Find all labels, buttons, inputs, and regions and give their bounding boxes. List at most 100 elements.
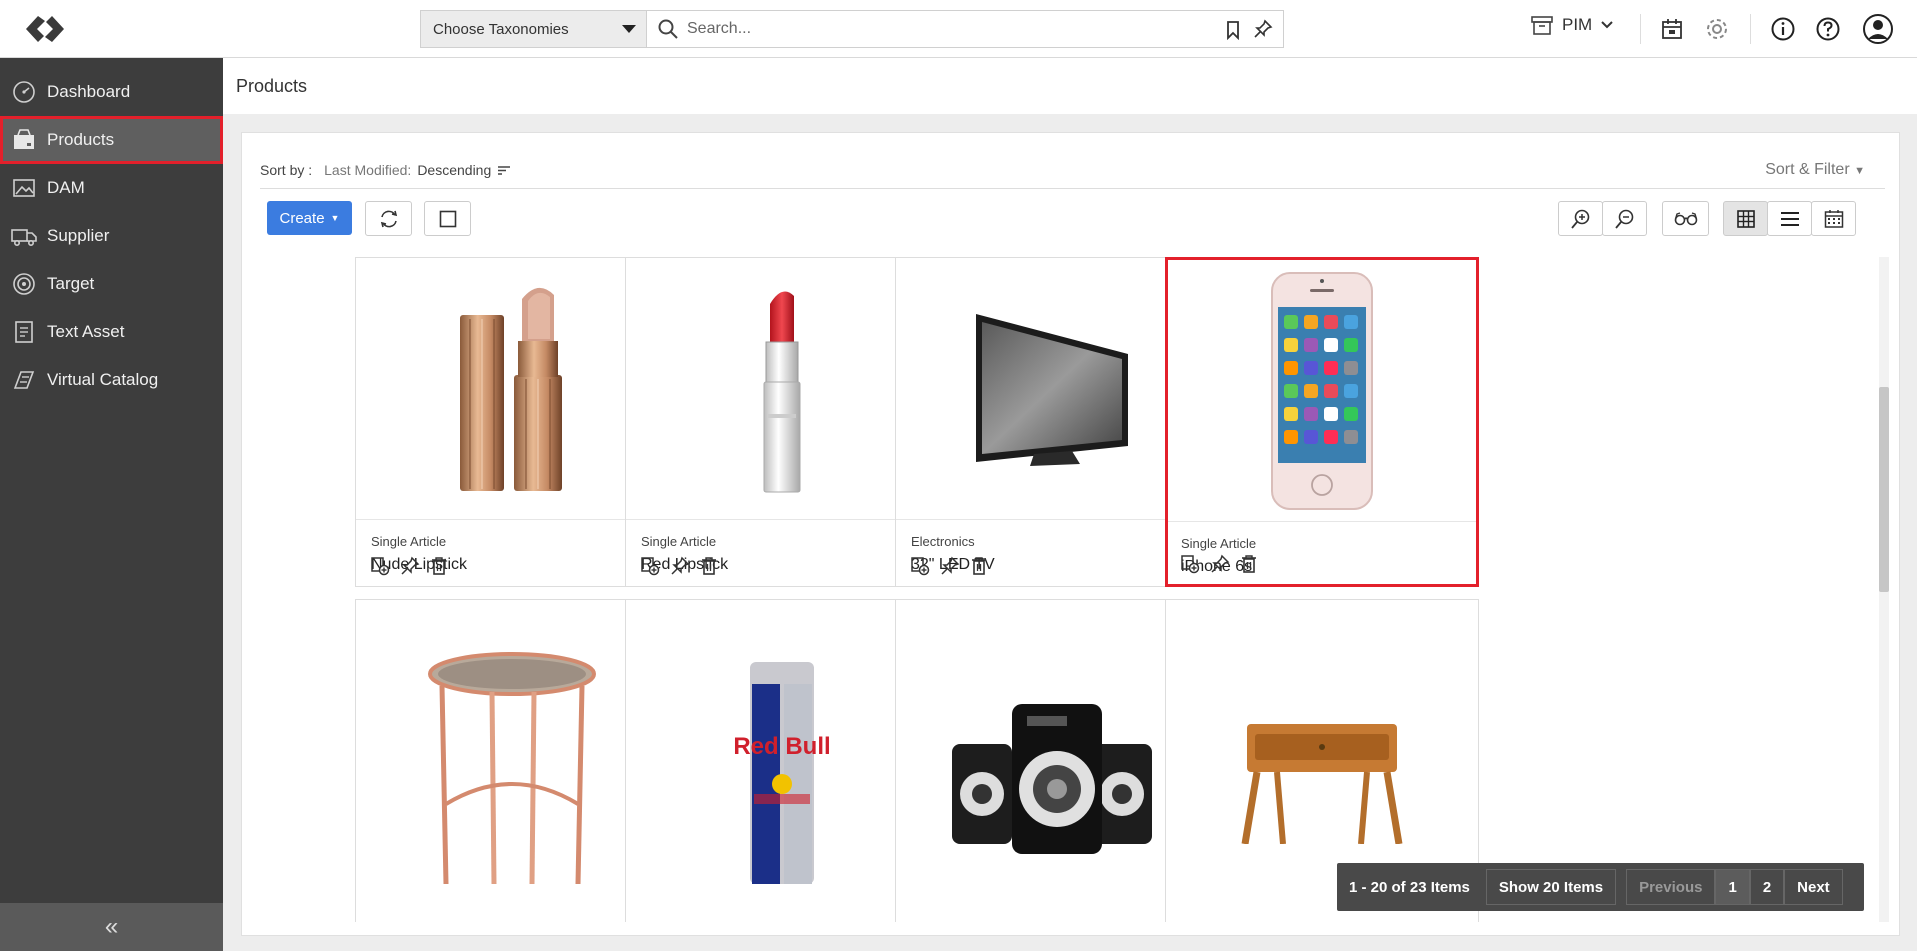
target-icon: [11, 271, 37, 297]
product-card[interactable]: [895, 599, 1209, 922]
product-card[interactable]: Red Bull: [625, 599, 939, 922]
product-card[interactable]: U Single Article Red Lipstick 1: [625, 257, 939, 587]
sort-filter-toggle[interactable]: Sort & Filter ▼: [1765, 161, 1865, 179]
zoom-out-icon: [1614, 209, 1633, 229]
sort-order-icon[interactable]: [497, 164, 511, 176]
sidebar-item-label: Virtual Catalog: [47, 370, 159, 389]
copy-add-icon[interactable]: [640, 556, 660, 576]
pin-icon[interactable]: [940, 556, 960, 576]
bookmark-icon[interactable]: [1225, 20, 1241, 40]
products-panel: Sort by : Last Modified: Descending Sort…: [241, 132, 1900, 936]
create-button-label: Create: [279, 209, 325, 227]
workspace-switcher[interactable]: PIM: [1530, 14, 1614, 36]
product-type: Single Article: [371, 534, 447, 549]
vertical-scrollbar[interactable]: [1879, 257, 1889, 922]
product-type: Electronics: [911, 534, 975, 549]
product-type: Single Article: [641, 534, 717, 549]
pin-icon[interactable]: [400, 556, 420, 576]
scrollbar-thumb[interactable]: [1879, 387, 1889, 592]
sort-filter-label: Sort & Filter: [1765, 161, 1850, 178]
sidebar-item-text-asset[interactable]: Text Asset: [0, 308, 223, 356]
next-page-button[interactable]: Next: [1784, 869, 1843, 905]
page-title: Products: [236, 75, 308, 96]
taxonomy-select[interactable]: Choose Taxonomies: [420, 10, 646, 48]
card-actions: [910, 556, 988, 576]
search-input[interactable]: [687, 20, 1207, 38]
pin-icon[interactable]: [1210, 554, 1230, 574]
zoom-in-button[interactable]: [1558, 201, 1603, 236]
trash-icon[interactable]: [970, 556, 988, 576]
product-image: Red Bull: [626, 600, 938, 922]
help-icon[interactable]: [1813, 14, 1843, 44]
refresh-button[interactable]: [365, 201, 412, 236]
user-avatar-icon[interactable]: [1862, 13, 1894, 45]
sort-bar: Sort by : Last Modified: Descending Sort…: [260, 151, 1885, 189]
sidebar-item-label: Products: [47, 130, 115, 149]
grid-view-button[interactable]: [1723, 201, 1768, 236]
page-size-button[interactable]: Show 20 Items: [1485, 869, 1617, 905]
refresh-icon: [380, 210, 397, 227]
workspace-label: PIM: [1562, 15, 1593, 34]
sidebar-item-label: DAM: [47, 178, 85, 197]
product-card[interactable]: Electronics 32" LED TV: [895, 257, 1209, 587]
double-chevron-left-icon: «: [104, 913, 119, 940]
sidebar-item-label: Dashboard: [47, 82, 131, 101]
sidebar-item-supplier[interactable]: Supplier: [0, 212, 223, 260]
trash-icon[interactable]: [430, 556, 448, 576]
list-view-button[interactable]: [1767, 201, 1812, 236]
card-actions: [1180, 554, 1258, 574]
list-icon: [1780, 211, 1799, 226]
create-button[interactable]: Create ▼: [267, 201, 352, 235]
sort-field[interactable]: Last Modified:: [324, 162, 411, 178]
sidebar-item-label: Text Asset: [47, 322, 125, 341]
calendar-view-button[interactable]: [1811, 201, 1856, 236]
sidebar-item-label: Supplier: [47, 226, 110, 245]
product-card[interactable]: Single Article iPhone 6s: [1165, 257, 1479, 587]
pin-icon[interactable]: [1253, 19, 1273, 39]
products-icon: [11, 127, 37, 153]
product-image: [626, 258, 938, 520]
divider: [1750, 14, 1751, 44]
info-icon[interactable]: [1768, 14, 1798, 44]
svg-text:Red Bull: Red Bull: [733, 733, 830, 760]
zoom-out-button[interactable]: [1602, 201, 1647, 236]
product-card[interactable]: U Single Article Nude Lipstick 1: [355, 257, 669, 587]
trash-icon[interactable]: [700, 556, 718, 576]
app-logo-icon[interactable]: [20, 10, 70, 48]
copy-add-icon[interactable]: [1180, 554, 1200, 574]
page-2-button[interactable]: 2: [1749, 869, 1785, 905]
previous-page-button[interactable]: Previous: [1626, 869, 1716, 905]
sidebar-item-virtual-catalog[interactable]: Virtual Catalog: [0, 356, 223, 404]
archive-icon: [1531, 16, 1553, 35]
pagination-bar: 1 - 20 of 23 Items Show 20 Items Previou…: [1337, 863, 1864, 911]
calendar-box-icon[interactable]: [1657, 14, 1687, 44]
card-actions: [640, 556, 718, 576]
copy-add-icon[interactable]: [370, 556, 390, 576]
product-card[interactable]: [355, 599, 669, 922]
preview-button[interactable]: [1662, 201, 1709, 236]
document-icon: [11, 319, 37, 345]
product-image: [356, 258, 668, 520]
sidebar-item-dashboard[interactable]: Dashboard: [0, 68, 223, 116]
gear-icon[interactable]: [1702, 14, 1732, 44]
catalog-icon: [11, 367, 37, 393]
copy-add-icon[interactable]: [910, 556, 930, 576]
checkbox-icon: [439, 210, 456, 227]
pin-icon[interactable]: [670, 556, 690, 576]
trash-icon[interactable]: [1240, 554, 1258, 574]
sidebar-item-products[interactable]: Products: [0, 116, 223, 164]
sidebar-collapse-button[interactable]: «: [0, 903, 223, 951]
select-all-checkbox[interactable]: [424, 201, 471, 236]
item-range: 1 - 20 of 23 Items: [1349, 878, 1470, 896]
grid-icon: [1736, 209, 1755, 228]
sidebar-item-dam[interactable]: DAM: [0, 164, 223, 212]
glasses-icon: [1674, 211, 1697, 225]
taxonomy-select-value: Choose Taxonomies: [433, 20, 569, 38]
calendar-icon: [1824, 209, 1843, 228]
sidebar-item-target[interactable]: Target: [0, 260, 223, 308]
search-icon: [658, 19, 678, 39]
card-actions: [370, 556, 448, 576]
sort-by-label: Sort by :: [260, 161, 313, 178]
page-1-button[interactable]: 1: [1715, 869, 1750, 905]
sort-direction[interactable]: Descending: [417, 162, 491, 178]
